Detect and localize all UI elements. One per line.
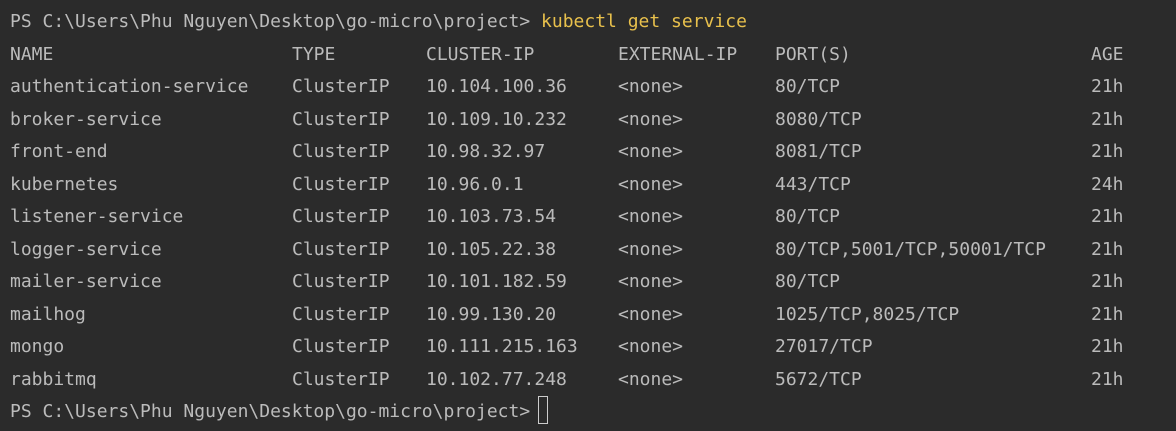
cell-age: 21h (1091, 368, 1124, 390)
cell-name: mongo (10, 336, 65, 357)
cell-name: rabbitmq (10, 368, 97, 390)
header-age: AGE (1091, 43, 1124, 65)
cell-external-ip: <none> (618, 303, 684, 325)
cell-age: 21h (1091, 108, 1124, 130)
table-row: listener-service ClusterIP 10.103.73.54 … (0, 201, 1176, 234)
cell-ports: 443/TCP (775, 173, 851, 195)
cell-age: 21h (1091, 303, 1124, 325)
cell-type: ClusterIP (292, 303, 390, 325)
cell-ports: 1025/TCP,8025/TCP (775, 303, 960, 325)
cell-ports: 80/TCP (775, 271, 841, 292)
cell-type: ClusterIP (292, 76, 390, 97)
cell-age: 24h (1091, 173, 1124, 195)
cell-cluster-ip: 10.104.100.36 (426, 76, 567, 97)
cell-cluster-ip: 10.105.22.38 (426, 238, 557, 260)
prompt-path: PS C:\Users\Phu Nguyen\Desktop\go-micro\… (10, 11, 531, 32)
cell-external-ip: <none> (618, 76, 684, 97)
table-row: broker-service ClusterIP 10.109.10.232 <… (0, 104, 1176, 137)
cell-external-ip: <none> (618, 368, 684, 390)
cell-type: ClusterIP (292, 336, 390, 357)
cell-type: ClusterIP (292, 271, 390, 292)
table-row: logger-service ClusterIP 10.105.22.38 <n… (0, 234, 1176, 267)
cell-name: kubernetes (10, 173, 119, 195)
cell-type: ClusterIP (292, 173, 390, 195)
cell-cluster-ip: 10.102.77.248 (426, 368, 567, 390)
cell-cluster-ip: 10.99.130.20 (426, 303, 557, 325)
cell-external-ip: <none> (618, 206, 684, 227)
cell-type: ClusterIP (292, 141, 390, 162)
cell-external-ip: <none> (618, 108, 684, 130)
cell-age: 21h (1091, 206, 1124, 227)
cell-ports: 80/TCP,5001/TCP,50001/TCP (775, 238, 1046, 260)
command-line: PS C:\Users\Phu Nguyen\Desktop\go-micro\… (0, 6, 1176, 39)
table-row: mailhog ClusterIP 10.99.130.20 <none> 10… (0, 299, 1176, 332)
table-row: authentication-service ClusterIP 10.104.… (0, 71, 1176, 104)
cell-name: mailhog (10, 303, 86, 325)
cell-type: ClusterIP (292, 206, 390, 227)
cell-ports: 80/TCP (775, 76, 841, 97)
cell-name: mailer-service (10, 271, 162, 292)
table-row: front-end ClusterIP 10.98.32.97 <none> 8… (0, 136, 1176, 169)
table-row: mailer-service ClusterIP 10.101.182.59 <… (0, 266, 1176, 299)
header-cluster-ip: CLUSTER-IP (426, 43, 535, 65)
prompt-path: PS C:\Users\Phu Nguyen\Desktop\go-micro\… (10, 401, 531, 422)
cell-external-ip: <none> (618, 336, 684, 357)
table-header-row: NAME TYPE CLUSTER-IP EXTERNAL-IP PORT(S)… (0, 39, 1176, 72)
header-type: TYPE (292, 43, 336, 65)
cell-ports: 80/TCP (775, 206, 841, 227)
cell-cluster-ip: 10.109.10.232 (426, 108, 567, 130)
cell-age: 21h (1091, 141, 1124, 162)
cell-external-ip: <none> (618, 271, 684, 292)
cell-cluster-ip: 10.101.182.59 (426, 271, 567, 292)
cell-cluster-ip: 10.103.73.54 (426, 206, 557, 227)
table-row: mongo ClusterIP 10.111.215.163 <none> 27… (0, 331, 1176, 364)
terminal-window[interactable]: PS C:\Users\Phu Nguyen\Desktop\go-micro\… (0, 0, 1176, 431)
cell-name: authentication-service (10, 76, 249, 97)
cell-ports: 8081/TCP (775, 141, 862, 162)
header-external-ip: EXTERNAL-IP (618, 43, 738, 65)
cell-ports: 27017/TCP (775, 336, 873, 357)
command-text: kubectl get service (541, 11, 747, 32)
cell-age: 21h (1091, 238, 1124, 260)
header-ports: PORT(S) (775, 43, 851, 65)
table-row: kubernetes ClusterIP 10.96.0.1 <none> 44… (0, 169, 1176, 202)
text-cursor[interactable] (538, 396, 549, 424)
cell-age: 21h (1091, 76, 1124, 97)
cell-ports: 5672/TCP (775, 368, 862, 390)
cell-cluster-ip: 10.96.0.1 (426, 173, 524, 195)
table-row: rabbitmq ClusterIP 10.102.77.248 <none> … (0, 364, 1176, 397)
cell-type: ClusterIP (292, 238, 390, 260)
cell-external-ip: <none> (618, 238, 684, 260)
header-name: NAME (10, 43, 54, 65)
cell-type: ClusterIP (292, 368, 390, 390)
cell-age: 21h (1091, 336, 1124, 357)
cell-name: logger-service (10, 238, 162, 260)
cell-external-ip: <none> (618, 141, 684, 162)
cell-external-ip: <none> (618, 173, 684, 195)
cell-name: listener-service (10, 206, 184, 227)
cell-type: ClusterIP (292, 108, 390, 130)
cell-cluster-ip: 10.111.215.163 (426, 336, 578, 357)
cell-cluster-ip: 10.98.32.97 (426, 141, 546, 162)
cell-name: front-end (10, 141, 108, 162)
cell-age: 21h (1091, 271, 1124, 292)
active-prompt-line[interactable]: PS C:\Users\Phu Nguyen\Desktop\go-micro\… (0, 396, 1176, 429)
cell-ports: 8080/TCP (775, 108, 862, 130)
cell-name: broker-service (10, 108, 162, 130)
